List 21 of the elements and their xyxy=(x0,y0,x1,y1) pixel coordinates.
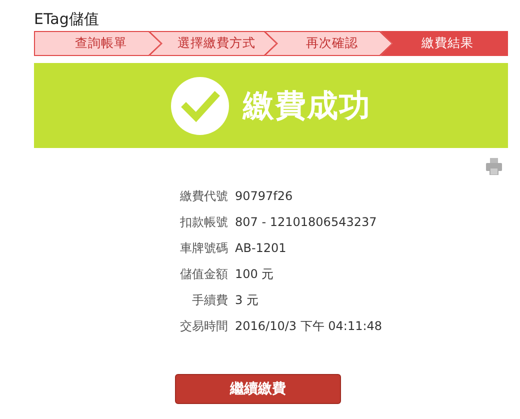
field-value: 100 元 xyxy=(235,266,275,282)
print-icon[interactable] xyxy=(486,158,502,175)
field-label: 繳費代號 xyxy=(179,188,228,204)
field-value: 807 - 12101806543237 xyxy=(235,214,378,230)
field-value: AB-1201 xyxy=(235,240,288,256)
field-label: 扣款帳號 xyxy=(179,214,228,230)
page-title: ETag儲值 xyxy=(34,9,99,30)
step-label: 選擇繳費方式 xyxy=(176,35,256,52)
field-label: 車牌號碼 xyxy=(179,240,228,256)
step-label: 再次確認 xyxy=(304,35,358,52)
checkmark-icon xyxy=(171,76,229,134)
success-message: 繳費成功 xyxy=(243,86,371,126)
step-label: 查詢帳單 xyxy=(74,35,127,52)
field-label: 儲值金額 xyxy=(179,266,228,282)
continue-button[interactable]: 繼續繳費 xyxy=(175,374,341,404)
field-value: 90797f26 xyxy=(235,188,294,204)
field-label: 手續費 xyxy=(191,292,228,308)
field-value: 3 元 xyxy=(235,292,260,308)
field-value: 2016/10/3 下午 04:11:48 xyxy=(235,318,384,334)
step-label: 繳費結果 xyxy=(420,35,474,52)
field-label: 交易時間 xyxy=(179,318,228,334)
